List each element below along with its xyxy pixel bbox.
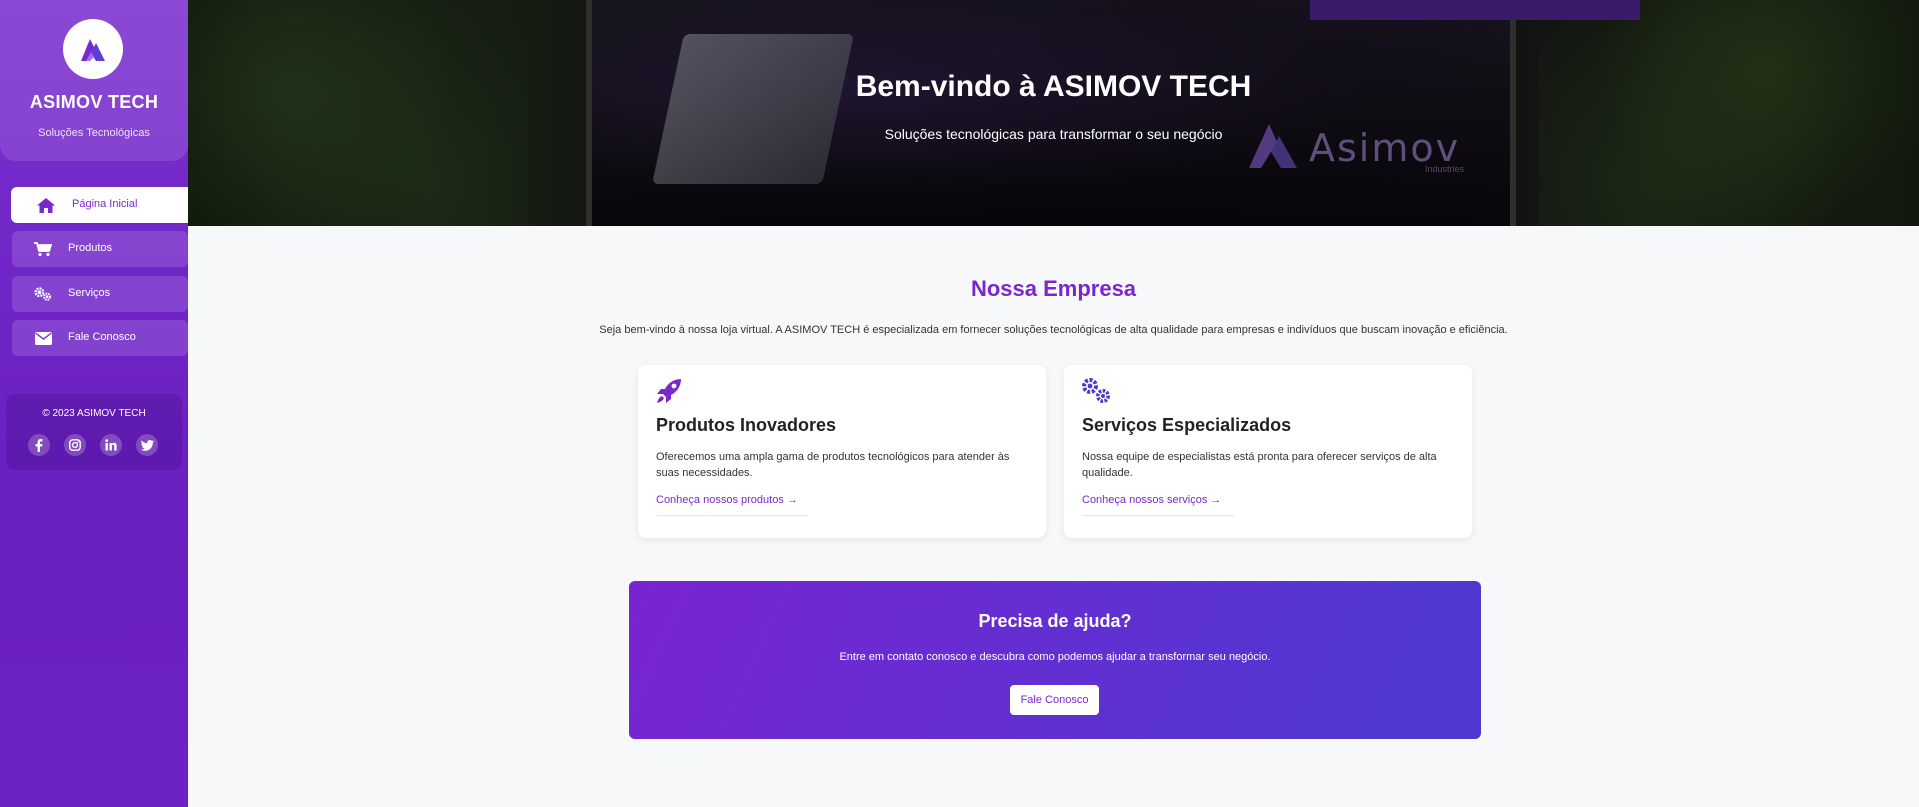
hero-title: Bem-vindo à ASIMOV TECH (855, 70, 1252, 103)
sidebar-item-fale-conosco[interactable]: Fale Conosco (12, 320, 188, 356)
cart-icon (34, 241, 52, 257)
sidebar-item-label: Página Inicial (72, 198, 138, 210)
sidebar-item-pagina-inicial[interactable]: Página Inicial (15, 187, 192, 223)
twitter-icon[interactable] (136, 434, 158, 456)
card-link-label: Conheça nossos produtos (656, 494, 784, 506)
sidebar-item-servicos[interactable]: Serviços (12, 276, 188, 312)
card-link-label: Conheça nossos serviços (1082, 494, 1208, 506)
card-title: Serviços Especializados (1082, 415, 1292, 435)
card-description: Nossa equipe de especialistas está pront… (1082, 451, 1437, 479)
facebook-icon[interactable] (28, 434, 50, 456)
instagram-icon[interactable] (64, 434, 86, 456)
card-link-produtos[interactable]: Conheça nossos produtos → (656, 494, 808, 516)
arrow-right-icon: → (1210, 494, 1222, 506)
hero-logo-sub: Industries (1425, 164, 1465, 174)
envelope-icon (34, 330, 52, 346)
sidebar-item-label: Produtos (68, 242, 113, 254)
sidebar-item-label: Fale Conosco (68, 331, 136, 343)
copyright-text: © 2023 ASIMOV TECH (42, 408, 146, 419)
rocket-icon (655, 377, 687, 407)
fale-conosco-button[interactable]: Fale Conosco (1010, 685, 1099, 715)
gears-icon (1081, 377, 1113, 407)
help-title: Precisa de ajuda? (978, 611, 1132, 631)
company-intro: Seja bem-vindo à nossa loja virtual. A A… (599, 324, 1508, 336)
brand-subtitle: Soluções Tecnológicas (38, 127, 150, 139)
brand-title: ASIMOV TECH (29, 92, 159, 112)
card-servicos: Serviços Especializados Nossa equipe de … (1064, 365, 1472, 538)
sidebar-item-label: Serviços (68, 287, 111, 299)
brand-header: ASIMOV TECH Soluções Tecnológicas (0, 0, 188, 161)
gears-icon (34, 286, 52, 302)
hero-overlay (188, 0, 1919, 226)
card-description: Oferecemos uma ampla gama de produtos te… (656, 451, 1010, 479)
sidebar: ASIMOV TECH Soluções Tecnológicas Página… (0, 0, 192, 807)
sidebar-item-produtos[interactable]: Produtos (12, 231, 188, 267)
section-title: Nossa Empresa (970, 276, 1137, 301)
home-icon (37, 197, 55, 213)
card-produtos: Produtos Inovadores Oferecemos uma ampla… (638, 365, 1046, 538)
card-link-servicos[interactable]: Conheça nossos serviços → (1082, 494, 1234, 516)
hero-subtitle: Soluções tecnológicas para transformar o… (884, 126, 1223, 142)
hero-banner: Asimov Industries Bem-vindo à ASIMOV TEC… (188, 0, 1919, 226)
card-title: Produtos Inovadores (656, 415, 837, 435)
linkedin-icon[interactable] (100, 434, 122, 456)
asimov-logo-icon[interactable] (63, 19, 123, 79)
help-text: Entre em contato conosco e descubra como… (839, 651, 1271, 663)
help-banner: Precisa de ajuda? Entre em contato conos… (629, 581, 1481, 739)
arrow-right-icon: → (786, 494, 798, 506)
sidebar-footer: © 2023 ASIMOV TECH (6, 394, 182, 470)
